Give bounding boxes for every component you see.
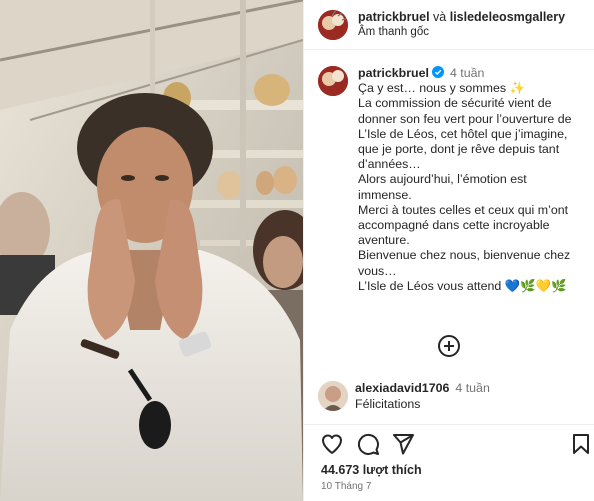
caption-title-line: patrickbruel 4 tuần xyxy=(358,66,588,81)
caption-line: d’années… xyxy=(358,157,421,172)
share-icon[interactable] xyxy=(391,432,415,456)
conjunction-text: và xyxy=(429,9,450,24)
header-text: patrickbruel và lisledeleosmgallery Âm t… xyxy=(358,10,565,40)
comment-avatar-image xyxy=(318,381,348,411)
post-header: patrickbruel và lisledeleosmgallery Âm t… xyxy=(304,0,594,50)
caption-line: vous… xyxy=(358,263,397,278)
comment-item: alexiadavid1706 4 tuần Félicitations xyxy=(318,381,490,412)
caption-time[interactable]: 4 tuần xyxy=(450,66,484,80)
post-photo xyxy=(0,0,303,501)
post-detail-panel: patrickbruel và lisledeleosmgallery Âm t… xyxy=(303,0,594,501)
caption-line: aventure. xyxy=(358,233,410,248)
post-caption: patrickbruel 4 tuần Ça y est… nous y somm… xyxy=(318,66,588,294)
post-actions: 44.673 lượt thích 10 Tháng 7 xyxy=(304,424,594,501)
caption-body: patrickbruel 4 tuần Ça y est… nous y somm… xyxy=(358,66,588,294)
caption-line: Bienvenue chez nous, bienvenue chez xyxy=(358,248,571,263)
caption-username-link[interactable]: patrickbruel xyxy=(358,66,429,80)
likes-count[interactable]: 44.673 lượt thích xyxy=(321,463,422,477)
header-authors: patrickbruel và lisledeleosmgallery xyxy=(358,10,565,26)
author-username-link[interactable]: patrickbruel xyxy=(358,10,430,24)
heart-icon[interactable] xyxy=(320,432,344,456)
caption-avatar[interactable] xyxy=(318,66,348,96)
caption-line: donner son feu vert pour l’ouverture de xyxy=(358,111,572,126)
load-more-comments-icon[interactable] xyxy=(437,334,461,358)
caption-line: Merci à toutes celles et ceux qui m’ont xyxy=(358,202,569,217)
comment-avatar[interactable] xyxy=(318,381,348,411)
save-bookmark-icon[interactable] xyxy=(569,432,593,456)
comment-username-link[interactable]: alexiadavid1706 xyxy=(355,381,449,395)
comment-icon[interactable] xyxy=(356,432,380,456)
caption-line: L’Isle de Léos, cet hôtel que j’imagine, xyxy=(358,126,568,141)
verified-badge-icon xyxy=(431,66,444,78)
caption-line: Ça y est… nous y sommes ✨ xyxy=(358,81,525,96)
author-avatar[interactable] xyxy=(318,9,348,40)
caption-line: accompagné dans cette incroyable xyxy=(358,218,550,233)
caption-avatar-image xyxy=(318,66,348,96)
post-media[interactable] xyxy=(0,0,303,501)
comment-body: alexiadavid1706 4 tuần Félicitations xyxy=(355,381,490,412)
caption-line: Alors aujourd’hui, l’émotion est xyxy=(358,172,527,187)
caption-line: La commission de sécurité vient de xyxy=(358,96,552,111)
caption-line: que je porte, dont je rêve depuis tant xyxy=(358,142,560,157)
collaborator-username-link[interactable]: lisledeleosmgallery xyxy=(450,10,565,24)
comment-text: Félicitations xyxy=(355,396,421,411)
caption-line: L’Isle de Léos vous attend 💙🌿💛🌿 xyxy=(358,278,567,293)
caption-line: immense. xyxy=(358,187,412,202)
comment-time[interactable]: 4 tuần xyxy=(455,381,489,395)
post-date[interactable]: 10 Tháng 7 xyxy=(321,481,371,492)
avatar-image xyxy=(318,9,348,40)
original-audio-link[interactable]: Âm thanh gốc xyxy=(358,25,565,39)
